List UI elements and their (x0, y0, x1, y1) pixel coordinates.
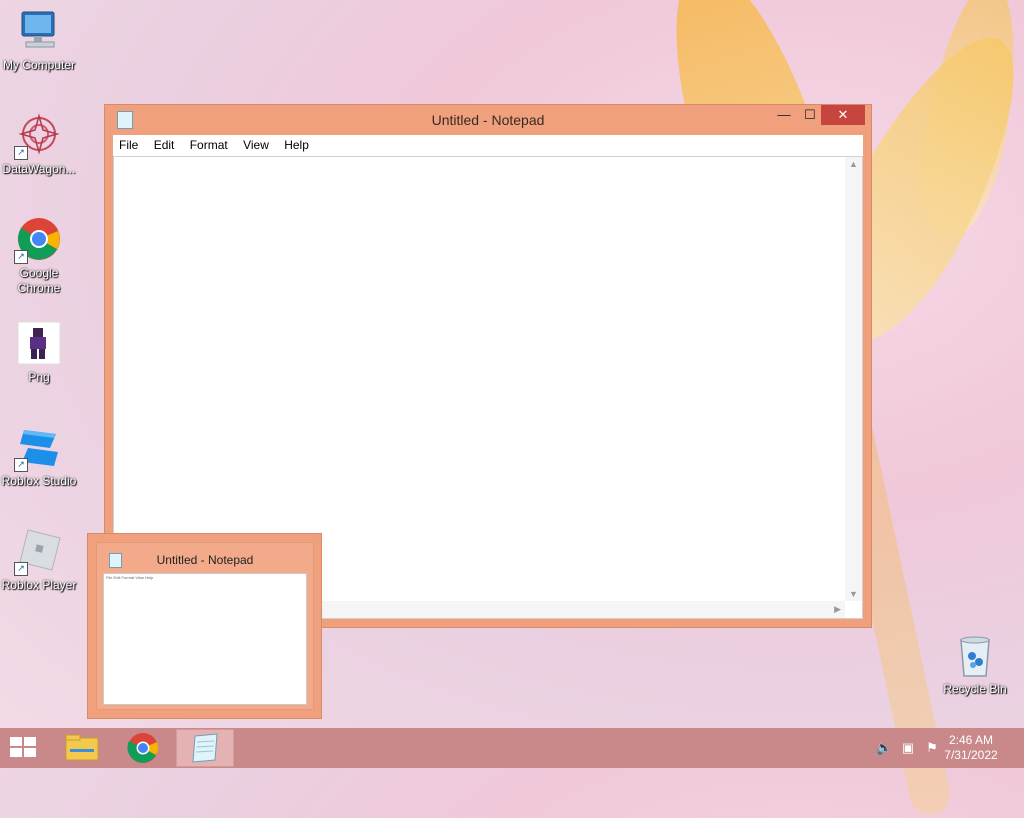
desktop-icon-label: Png (28, 370, 50, 384)
desktop-icon-recycle-bin[interactable]: Recycle Bin (936, 632, 1014, 697)
preview-mini-menu: File Edit Format View Help (106, 575, 154, 580)
desktop-icon-label: Google Chrome (17, 266, 61, 295)
vertical-scrollbar[interactable]: ▲ ▼ (845, 157, 862, 601)
shortcut-arrow-icon: ↗ (14, 562, 28, 576)
desktop-icon-roblox-studio[interactable]: ↗ Roblox Studio (0, 424, 78, 489)
volume-muted-icon[interactable]: 🔈 (876, 740, 892, 756)
scroll-up-icon[interactable]: ▲ (849, 159, 858, 169)
desktop-icon-my-computer[interactable]: My Computer (0, 8, 78, 73)
taskbar-google-chrome[interactable] (115, 729, 171, 767)
menu-edit[interactable]: Edit (148, 135, 181, 152)
clock-time: 2:46 AM (948, 733, 994, 747)
scroll-right-icon[interactable]: ▶ (834, 604, 841, 615)
start-button[interactable] (10, 737, 38, 759)
minimize-button[interactable]: — (771, 105, 797, 125)
desktop-icon-label: Roblox Player (1, 578, 77, 592)
desktop-icon-roblox-player[interactable]: ↗ Roblox Player (0, 528, 78, 593)
desktop-icon-label: DataWagon... (2, 162, 76, 176)
notepad-icon (192, 733, 218, 763)
datawagon-icon: ↗ (14, 112, 62, 160)
desktop-icon-png[interactable]: Png (0, 320, 78, 385)
system-tray: 🔈 ▣ ⚑ 2:46 AM 7/31/2022 (864, 728, 1024, 768)
shortcut-arrow-icon: ↗ (14, 458, 28, 472)
taskbar: 🔈 ▣ ⚑ 2:46 AM 7/31/2022 (0, 728, 1024, 768)
preview-thumbnail[interactable]: File Edit Format View Help (103, 573, 307, 705)
shortcut-arrow-icon: ↗ (14, 250, 28, 264)
close-button[interactable]: ✕ (821, 105, 865, 125)
preview-frame: Untitled - Notepad File Edit Format View… (96, 542, 314, 710)
roblox-studio-icon: ↗ (14, 424, 62, 472)
window-titlebar[interactable]: Untitled - Notepad — ☐ ✕ (105, 105, 871, 135)
taskbar-notepad[interactable] (176, 729, 234, 767)
recycle-bin-icon (952, 632, 998, 678)
chrome-icon (127, 733, 159, 763)
desktop-icon-google-chrome[interactable]: ↗ Google Chrome (0, 216, 78, 296)
menu-format[interactable]: Format (184, 135, 234, 152)
scroll-down-icon[interactable]: ▼ (849, 589, 858, 599)
taskbar-file-explorer[interactable] (54, 729, 110, 767)
menu-bar: File Edit Format View Help (113, 135, 863, 157)
shortcut-arrow-icon: ↗ (14, 146, 28, 160)
clock-date: 7/31/2022 (944, 748, 998, 762)
windows-logo-icon (10, 737, 22, 746)
image-file-icon (16, 320, 62, 366)
roblox-player-icon: ↗ (14, 528, 62, 576)
desktop-icon-datawagon[interactable]: ↗ DataWagon... (0, 112, 78, 177)
computer-icon (16, 8, 62, 54)
network-icon[interactable]: ▣ (900, 740, 916, 756)
maximize-button[interactable]: ☐ (797, 105, 823, 125)
taskbar-thumbnail-preview[interactable]: Untitled - Notepad File Edit Format View… (87, 533, 322, 719)
desktop-icon-label: Roblox Studio (1, 474, 77, 488)
clock[interactable]: 2:46 AM 7/31/2022 (936, 733, 1006, 763)
desktop-icon-label: Recycle Bin (943, 682, 1007, 696)
menu-file[interactable]: File (113, 135, 144, 152)
desktop-icon-label: My Computer (2, 58, 76, 72)
preview-title: Untitled - Notepad (156, 553, 254, 567)
chrome-icon: ↗ (14, 216, 62, 264)
folder-icon (65, 734, 99, 761)
window-title: Untitled - Notepad (431, 112, 545, 128)
menu-help[interactable]: Help (278, 135, 315, 152)
menu-view[interactable]: View (237, 135, 275, 152)
